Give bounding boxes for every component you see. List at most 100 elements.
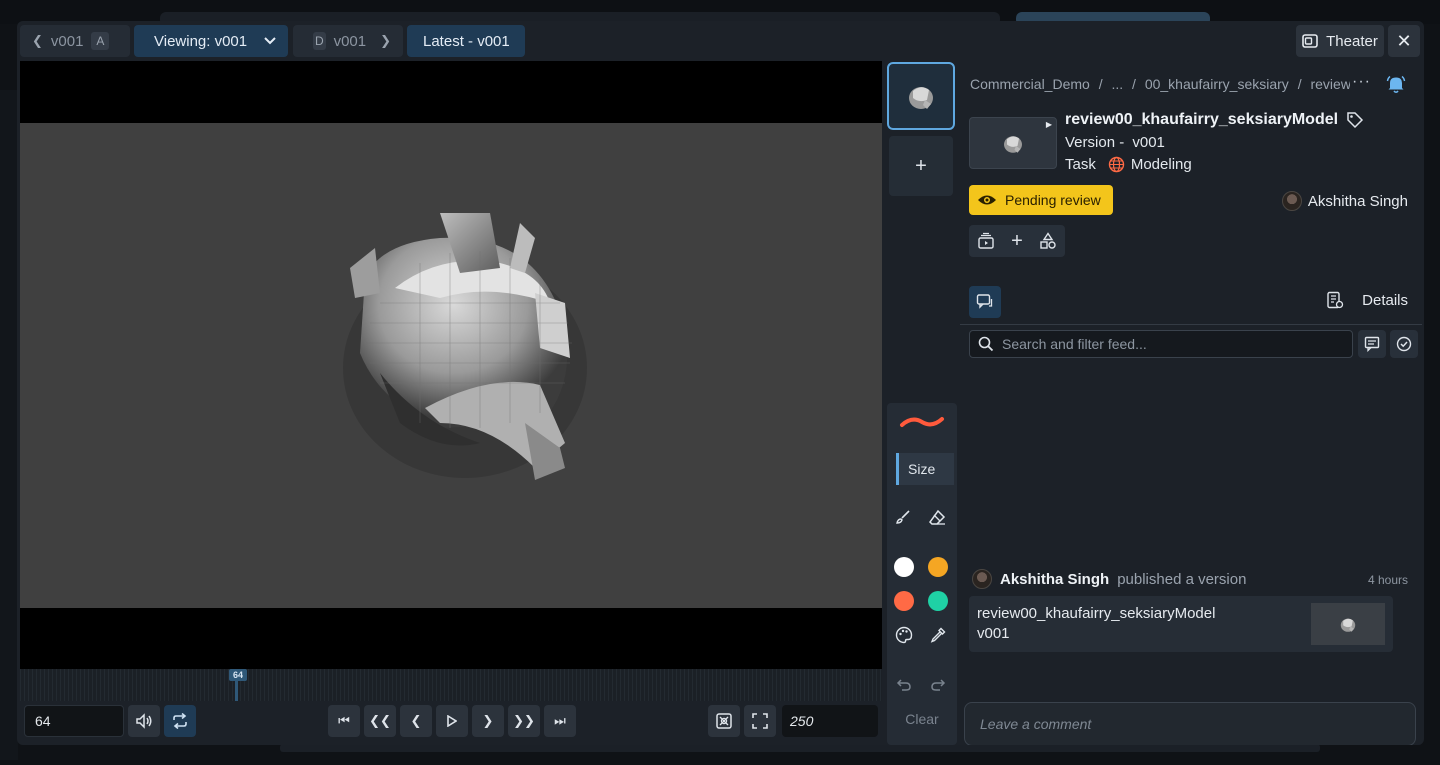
search-icon — [978, 336, 994, 352]
undo-button[interactable] — [891, 672, 917, 698]
redo-button[interactable] — [925, 672, 951, 698]
viewing-version-dropdown[interactable]: Viewing: v001 — [134, 25, 288, 57]
version-badge-d: D — [313, 32, 326, 50]
play-icon — [447, 715, 457, 727]
next-frame-button[interactable]: ❯ — [472, 705, 504, 737]
version-label: Version - — [1065, 134, 1125, 151]
feed-action: published a version — [1117, 570, 1247, 588]
media-viewer[interactable] — [20, 61, 882, 669]
plus-icon: + — [915, 154, 927, 177]
brush-tool-button[interactable] — [890, 504, 916, 530]
task-label: Task — [1065, 156, 1096, 173]
eraser-icon — [929, 509, 946, 525]
previous-frame-button[interactable]: ❮ — [400, 705, 432, 737]
comment-field[interactable] — [964, 702, 1416, 745]
check-circle-icon — [1396, 336, 1412, 352]
color-swatch-orange[interactable] — [928, 557, 948, 577]
shapes-button[interactable] — [1039, 232, 1057, 250]
feed-user[interactable]: Akshitha Singh — [1000, 571, 1109, 588]
color-swatch-white[interactable] — [894, 557, 914, 577]
activity-feed-tab[interactable] — [969, 286, 1001, 318]
search-input[interactable] — [1002, 336, 1332, 352]
safe-frame-icon — [716, 713, 732, 729]
fullscreen-button[interactable] — [744, 705, 776, 737]
palette-icon — [895, 626, 913, 644]
latest-version-button[interactable]: Latest - v001 — [407, 25, 525, 57]
status-badge[interactable]: Pending review — [969, 185, 1113, 215]
more-options-button[interactable]: ··· — [1352, 73, 1371, 91]
rewind-button[interactable]: ❮❮ — [364, 705, 396, 737]
filter-checklist-button[interactable] — [1390, 330, 1418, 358]
loop-button[interactable] — [164, 705, 196, 737]
version-line: Version - v001 — [1065, 134, 1165, 151]
task-value[interactable]: Modeling — [1131, 156, 1192, 173]
theater-label: Theater — [1326, 32, 1378, 50]
model-thumbnail-icon — [1340, 618, 1356, 632]
breadcrumb-product[interactable]: review00_khaufairry_seksiaryModel — [1310, 76, 1350, 92]
feed-product-name: review00_khaufairry_seksiaryModel — [977, 605, 1216, 622]
breadcrumb-folder[interactable]: 00_khaufairry_seksiary — [1145, 76, 1289, 92]
previous-version-button[interactable]: ❮ v001 A — [20, 25, 130, 57]
skip-end-icon: ⏭︎ — [554, 713, 566, 728]
volume-icon — [135, 713, 153, 729]
color-swatch-teal[interactable] — [928, 591, 948, 611]
version-thumbnail[interactable]: ▶ — [969, 117, 1057, 169]
brush-stroke-preview[interactable] — [895, 409, 949, 435]
feed-version-card[interactable]: review00_khaufairry_seksiaryModel v001 — [969, 596, 1393, 652]
brush-icon — [896, 510, 910, 524]
viewport-3d[interactable] — [20, 123, 882, 608]
go-to-end-button[interactable]: ⏭︎ — [544, 705, 576, 737]
theater-icon — [1302, 34, 1318, 48]
version-value[interactable]: v001 — [1132, 134, 1165, 151]
eye-icon — [977, 193, 997, 207]
safe-frame-button[interactable] — [708, 705, 740, 737]
eraser-tool-button[interactable] — [924, 504, 950, 530]
feed-thumbnail[interactable] — [1311, 603, 1385, 645]
details-tab[interactable]: Details — [1326, 291, 1408, 309]
breadcrumb-project[interactable]: Commercial_Demo — [970, 76, 1090, 92]
assignee-name: Akshitha Singh — [1307, 192, 1408, 210]
color-swatch-red[interactable] — [894, 591, 914, 611]
eyedropper-button[interactable] — [925, 622, 951, 648]
player-controls: 64 ⏮︎ ❮❮ ❮ ❯ ❯❯ ⏭︎ 250 — [20, 701, 882, 745]
avatar — [1281, 191, 1302, 211]
add-button[interactable]: + — [1011, 230, 1023, 253]
fast-forward-button[interactable]: ❯❯ — [508, 705, 540, 737]
current-frame-input[interactable]: 64 — [24, 705, 124, 737]
globe-icon — [1108, 156, 1125, 173]
close-icon: ✕ — [1396, 30, 1412, 51]
previous-version-label: v001 — [50, 32, 84, 50]
end-frame-input[interactable]: 250 — [782, 705, 878, 737]
version-toolbar: ❮ v001 A Viewing: v001 D v001 ❯ Latest -… — [17, 21, 1424, 61]
annotation-tools: Size Clear — [887, 403, 957, 745]
close-button[interactable]: ✕ — [1388, 25, 1420, 57]
product-name: review00_khaufairry_seksiaryModel — [1065, 111, 1339, 128]
feed-search[interactable] — [969, 330, 1353, 358]
chevron-left-icon: ❮ — [410, 713, 422, 728]
theater-mode-button[interactable]: Theater — [1296, 25, 1384, 57]
comment-icon — [1364, 336, 1380, 352]
review-session-button[interactable] — [977, 232, 995, 250]
breadcrumb-ellipsis[interactable]: ... — [1111, 76, 1123, 92]
go-to-start-button[interactable]: ⏮︎ — [328, 705, 360, 737]
play-button[interactable] — [436, 705, 468, 737]
version-actions: + — [969, 225, 1065, 257]
clear-annotations-button[interactable]: Clear — [887, 711, 957, 727]
double-chevron-right-icon: ❯❯ — [513, 713, 535, 728]
eyedropper-icon — [930, 627, 946, 643]
comments-icon — [976, 294, 993, 309]
volume-button[interactable] — [128, 705, 160, 737]
timeline-scrubber[interactable]: 64 — [20, 669, 882, 701]
brush-size-button[interactable]: Size — [896, 453, 954, 485]
tag-icon[interactable] — [1346, 111, 1364, 129]
add-annotation-frame-button[interactable]: + — [889, 136, 953, 196]
avatar — [972, 569, 992, 589]
comment-input[interactable] — [980, 716, 1400, 732]
color-palette-button[interactable] — [891, 622, 917, 648]
next-version-button[interactable]: D v001 ❯ — [293, 25, 403, 57]
filter-comments-button[interactable] — [1358, 330, 1386, 358]
annotation-frame-thumbnail[interactable] — [887, 62, 955, 130]
assignee[interactable]: Akshitha Singh — [1281, 191, 1408, 211]
notification-button[interactable] — [1386, 74, 1406, 94]
viewing-version-label: Viewing: v001 — [154, 32, 248, 50]
